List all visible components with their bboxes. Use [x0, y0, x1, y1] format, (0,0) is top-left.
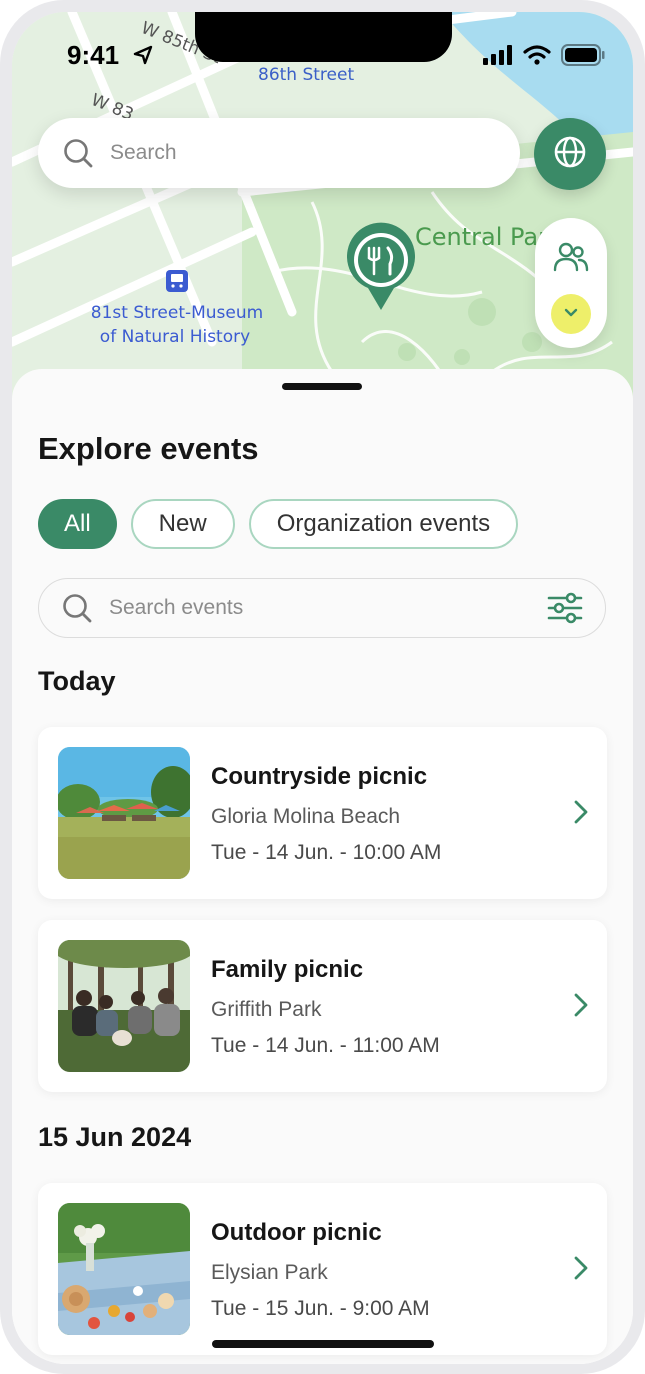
map-search-bar[interactable]: Search	[38, 118, 520, 188]
wifi-icon	[523, 45, 551, 70]
signal-icon	[483, 45, 513, 70]
event-title: Family picnic	[211, 956, 364, 983]
filter-sliders-icon[interactable]	[547, 592, 583, 624]
event-thumbnail-outdoor	[58, 1203, 190, 1335]
event-datetime: Tue - 14 Jun. - 10:00 AM	[211, 841, 442, 864]
event-location: Griffith Park	[211, 998, 322, 1021]
filter-chips: All New Organization events	[38, 499, 519, 549]
event-datetime: Tue - 15 Jun. - 9:00 AM	[211, 1297, 430, 1320]
chevron-right-icon	[573, 992, 589, 1023]
events-sheet: Explore events All New Organization even…	[12, 369, 633, 1364]
battery-icon	[561, 44, 605, 71]
search-placeholder: Search	[110, 141, 177, 164]
poi-label-line2: of Natural History	[100, 327, 250, 347]
street-label-86th: 86th Street	[258, 65, 354, 85]
sheet-title: Explore events	[38, 431, 259, 466]
sheet-grabber[interactable]	[282, 383, 362, 390]
events-search-placeholder: Search events	[109, 596, 244, 619]
map-canvas: W 85th St 86th Street W 83 Central Park …	[12, 12, 633, 412]
event-thumbnail-family	[58, 940, 190, 1072]
phone-screen: W 85th St 86th Street W 83 Central Park …	[12, 12, 633, 1364]
event-datetime: Tue - 14 Jun. - 11:00 AM	[211, 1034, 440, 1057]
status-time: 9:41	[67, 40, 120, 70]
chevron-right-icon	[573, 799, 589, 830]
home-indicator[interactable]	[212, 1340, 434, 1348]
status-icons	[483, 44, 605, 71]
poi-label-line1: 81st Street-Museum	[91, 303, 263, 323]
notch	[195, 12, 452, 62]
filter-chip-organization-events[interactable]: Organization events	[248, 499, 519, 549]
event-card[interactable]: Countryside picnic Gloria Molina Beach T…	[38, 727, 607, 899]
chevron-right-icon	[573, 1255, 589, 1286]
event-card[interactable]: Outdoor picnic Elysian Park Tue - 15 Jun…	[38, 1183, 607, 1355]
search-icon	[61, 592, 93, 624]
chevron-down-icon	[563, 305, 579, 323]
event-title: Countryside picnic	[211, 763, 428, 790]
search-icon	[62, 137, 94, 169]
globe-button[interactable]	[534, 118, 606, 190]
section-heading-date: 15 Jun 2024	[38, 1122, 192, 1152]
expand-button[interactable]	[551, 294, 591, 334]
event-thumbnail-countryside	[58, 747, 190, 879]
globe-icon	[552, 134, 588, 175]
event-location: Elysian Park	[211, 1261, 328, 1284]
events-search-input[interactable]: Search events	[38, 578, 606, 638]
event-card[interactable]: Family picnic Griffith Park Tue - 14 Jun…	[38, 920, 607, 1092]
section-heading-today: Today	[38, 666, 116, 696]
event-location: Gloria Molina Beach	[211, 805, 401, 828]
map-side-controls	[535, 218, 607, 348]
location-arrow-icon	[132, 44, 154, 71]
map-view[interactable]: W 85th St 86th Street W 83 Central Park …	[12, 12, 633, 412]
event-title: Outdoor picnic	[211, 1219, 382, 1246]
people-icon[interactable]	[553, 240, 589, 279]
device-frame: W 85th St 86th Street W 83 Central Park …	[0, 0, 645, 1374]
filter-chip-new[interactable]: New	[130, 499, 235, 549]
filter-chip-all[interactable]: All	[38, 499, 117, 549]
